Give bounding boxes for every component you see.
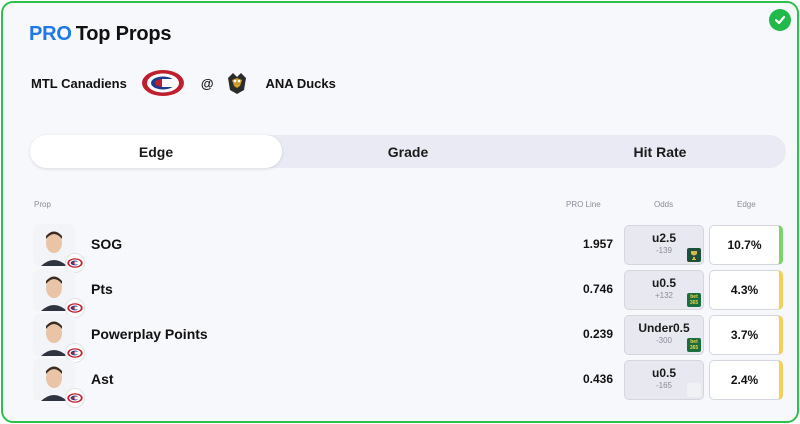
- table-row[interactable]: Ast 0.436 u0.5 -165 2.4%: [31, 358, 783, 408]
- home-team-name: MTL Canadiens: [31, 75, 127, 91]
- column-header-prop: Prop: [34, 200, 51, 209]
- prop-name: SOG: [91, 236, 123, 252]
- matchup: MTL Canadiens @ ANA Ducks: [31, 69, 336, 97]
- odds-line: Under0.5: [638, 321, 690, 335]
- bet365-icon: bet 365: [687, 338, 701, 352]
- title-label: Top Props: [75, 23, 172, 45]
- odds-cell[interactable]: Under0.5 -300 bet 365: [624, 315, 704, 355]
- edge-value: 2.4%: [709, 360, 783, 400]
- props-table: SOG 1.957 u2.5 -139 10.7% Pts 0.746 u0.5…: [31, 223, 783, 408]
- prop-name: Ast: [91, 371, 114, 387]
- edge-value: 4.3%: [709, 270, 783, 310]
- prop-name: Pts: [91, 281, 113, 297]
- tab-edge[interactable]: Edge: [30, 135, 282, 168]
- column-header-edge: Edge: [737, 200, 756, 209]
- at-separator: @: [200, 75, 214, 91]
- page-title: PRO Top Props: [29, 23, 172, 46]
- tab-bar: Edge Grade Hit Rate: [30, 135, 786, 168]
- check-icon: [769, 9, 791, 31]
- top-props-card: PRO Top Props MTL Canadiens @ ANA Ducks E…: [1, 1, 799, 423]
- column-header-odds: Odds: [654, 200, 674, 209]
- odds-line: u2.5: [651, 231, 676, 245]
- pro-line-value: 1.957: [582, 237, 613, 251]
- canadiens-logo-icon: [141, 70, 184, 96]
- odds-line: u0.5: [651, 276, 676, 290]
- tab-grade[interactable]: Grade: [282, 135, 534, 168]
- column-header-pro-line: PRO Line: [566, 200, 601, 209]
- prop-name: Powerplay Points: [91, 326, 208, 342]
- bet365-icon: bet 365: [687, 293, 701, 307]
- pro-line-value: 0.436: [582, 372, 613, 386]
- edge-value: 3.7%: [709, 315, 783, 355]
- table-row[interactable]: Pts 0.746 u0.5 +132 bet 365 4.3%: [31, 268, 783, 318]
- ducks-logo-icon: [227, 73, 246, 94]
- odds-cell[interactable]: u0.5 +132 bet 365: [624, 270, 704, 310]
- pro-line-value: 0.746: [582, 282, 613, 296]
- away-team-name: ANA Ducks: [265, 75, 336, 91]
- player-avatar: [33, 224, 85, 273]
- player-avatar: [33, 359, 85, 408]
- sportsbook-faint-icon: [687, 383, 701, 397]
- odds-cell[interactable]: u0.5 -165: [624, 360, 704, 400]
- table-row[interactable]: SOG 1.957 u2.5 -139 10.7%: [31, 223, 783, 273]
- player-avatar: [33, 314, 85, 363]
- brand-label: PRO: [29, 23, 72, 45]
- sportsbook-trophy-icon: [687, 248, 701, 262]
- team-badge-icon: [65, 388, 85, 408]
- odds-cell[interactable]: u2.5 -139: [624, 225, 704, 265]
- odds-line: u0.5: [651, 366, 676, 380]
- player-avatar: [33, 269, 85, 318]
- table-row[interactable]: Powerplay Points 0.239 Under0.5 -300 bet…: [31, 313, 783, 363]
- tab-hit-rate[interactable]: Hit Rate: [534, 135, 786, 168]
- pro-line-value: 0.239: [582, 327, 613, 341]
- edge-value: 10.7%: [709, 225, 783, 265]
